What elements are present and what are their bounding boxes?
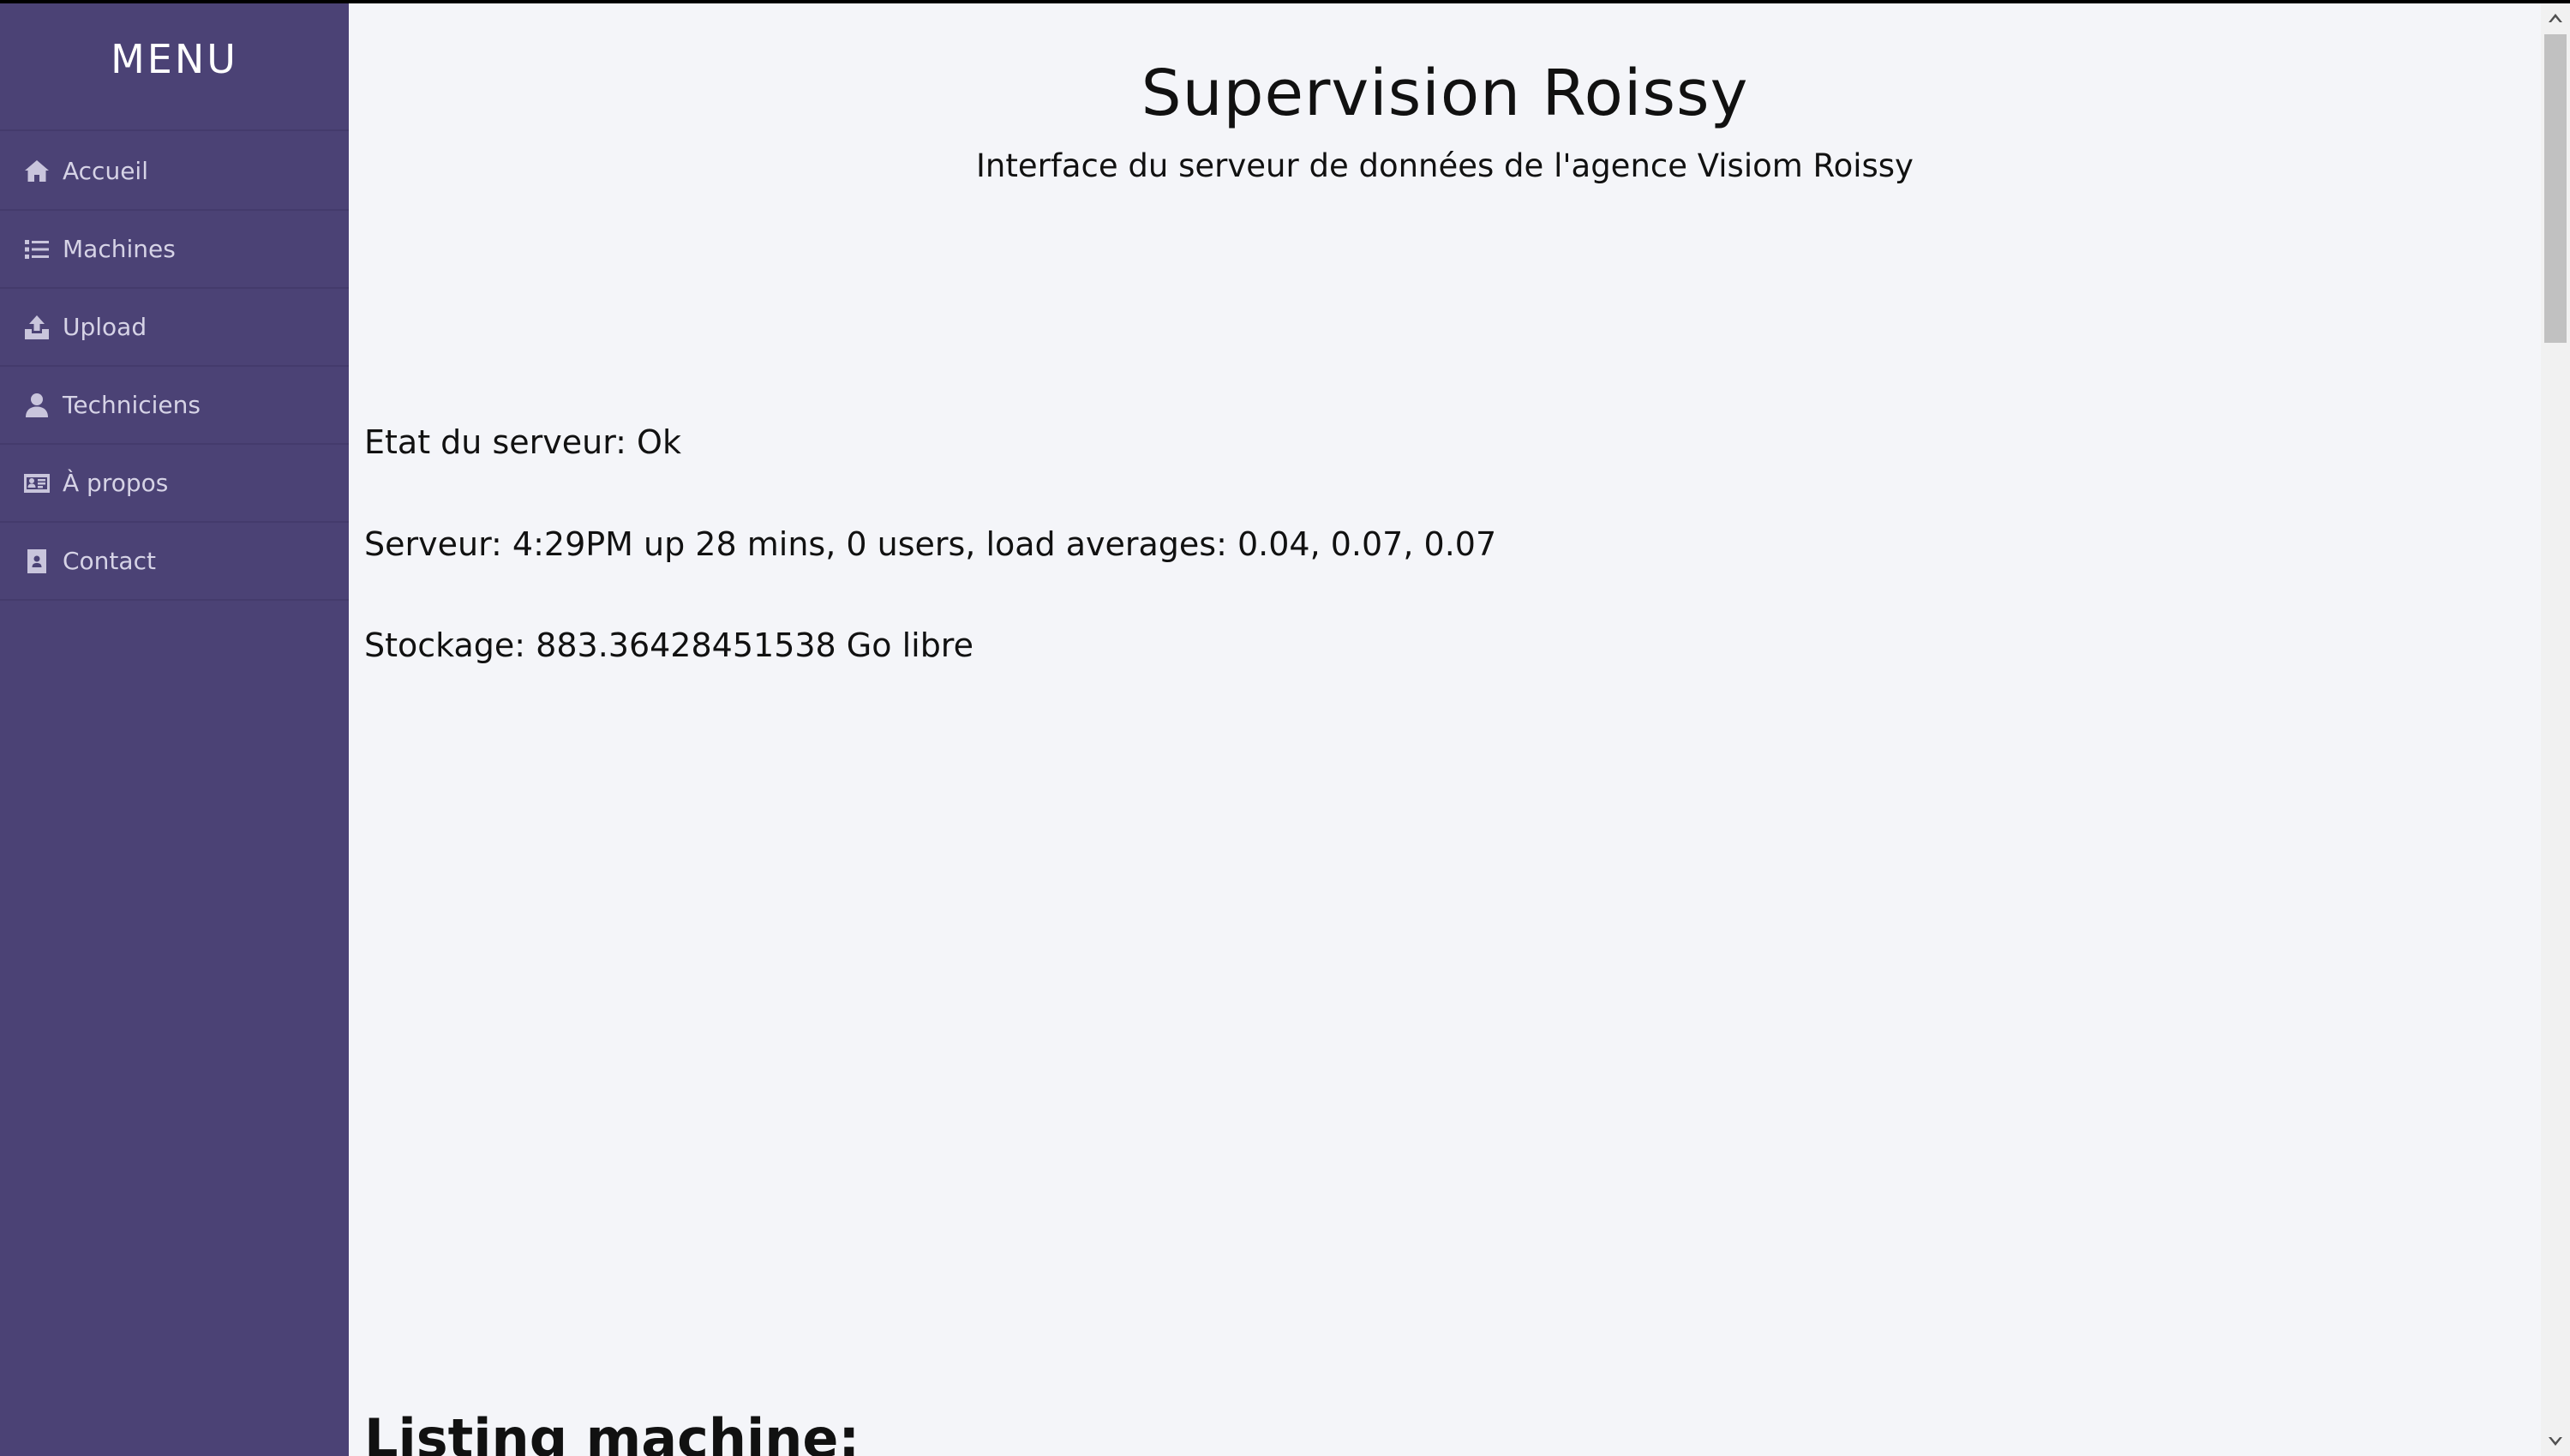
sidebar-item-label: Techniciens xyxy=(63,391,201,419)
menu-title: MENU xyxy=(111,36,238,82)
sidebar-item-label: Accueil xyxy=(63,157,148,185)
scroll-down-button[interactable] xyxy=(2541,1427,2570,1456)
user-icon xyxy=(22,391,51,420)
address-book-icon xyxy=(22,547,51,576)
sidebar-item-label: Upload xyxy=(63,313,147,341)
chevron-down-icon xyxy=(2549,1437,2562,1446)
sidebar-item-machines[interactable]: Machines xyxy=(0,212,349,289)
id-card-icon xyxy=(22,469,51,498)
sidebar-item-contact[interactable]: Contact xyxy=(0,524,349,601)
scroll-thumb[interactable] xyxy=(2544,34,2567,343)
sidebar: MENU Accueil Machines Upload Techniciens xyxy=(0,3,349,1456)
server-uptime: Serveur: 4:29PM up 28 mins, 0 users, loa… xyxy=(364,525,1497,563)
home-icon xyxy=(22,157,51,186)
sidebar-item-accueil[interactable]: Accueil xyxy=(0,134,349,211)
page-title: Supervision Roissy xyxy=(1141,57,1749,130)
menu-divider xyxy=(0,129,349,131)
chevron-up-icon xyxy=(2549,14,2562,22)
sidebar-item-label: Machines xyxy=(63,235,176,263)
listing-heading: Listing machine: xyxy=(364,1407,860,1456)
storage-status: Stockage: 883.36428451538 Go libre xyxy=(364,626,973,664)
main-content: Supervision Roissy Interface du serveur … xyxy=(349,3,2541,1456)
sidebar-item-label: Contact xyxy=(63,547,156,575)
upload-icon xyxy=(22,313,51,342)
sidebar-item-a-propos[interactable]: À propos xyxy=(0,446,349,523)
vertical-scrollbar[interactable] xyxy=(2541,3,2570,1456)
list-icon xyxy=(22,235,51,264)
page-subtitle: Interface du serveur de données de l'age… xyxy=(976,147,1914,184)
sidebar-item-techniciens[interactable]: Techniciens xyxy=(0,368,349,445)
sidebar-item-upload[interactable]: Upload xyxy=(0,290,349,367)
sidebar-item-label: À propos xyxy=(63,469,169,497)
scroll-up-button[interactable] xyxy=(2541,3,2570,33)
server-state: Etat du serveur: Ok xyxy=(364,423,681,461)
browser-viewport: MENU Accueil Machines Upload Techniciens xyxy=(0,3,2570,1456)
